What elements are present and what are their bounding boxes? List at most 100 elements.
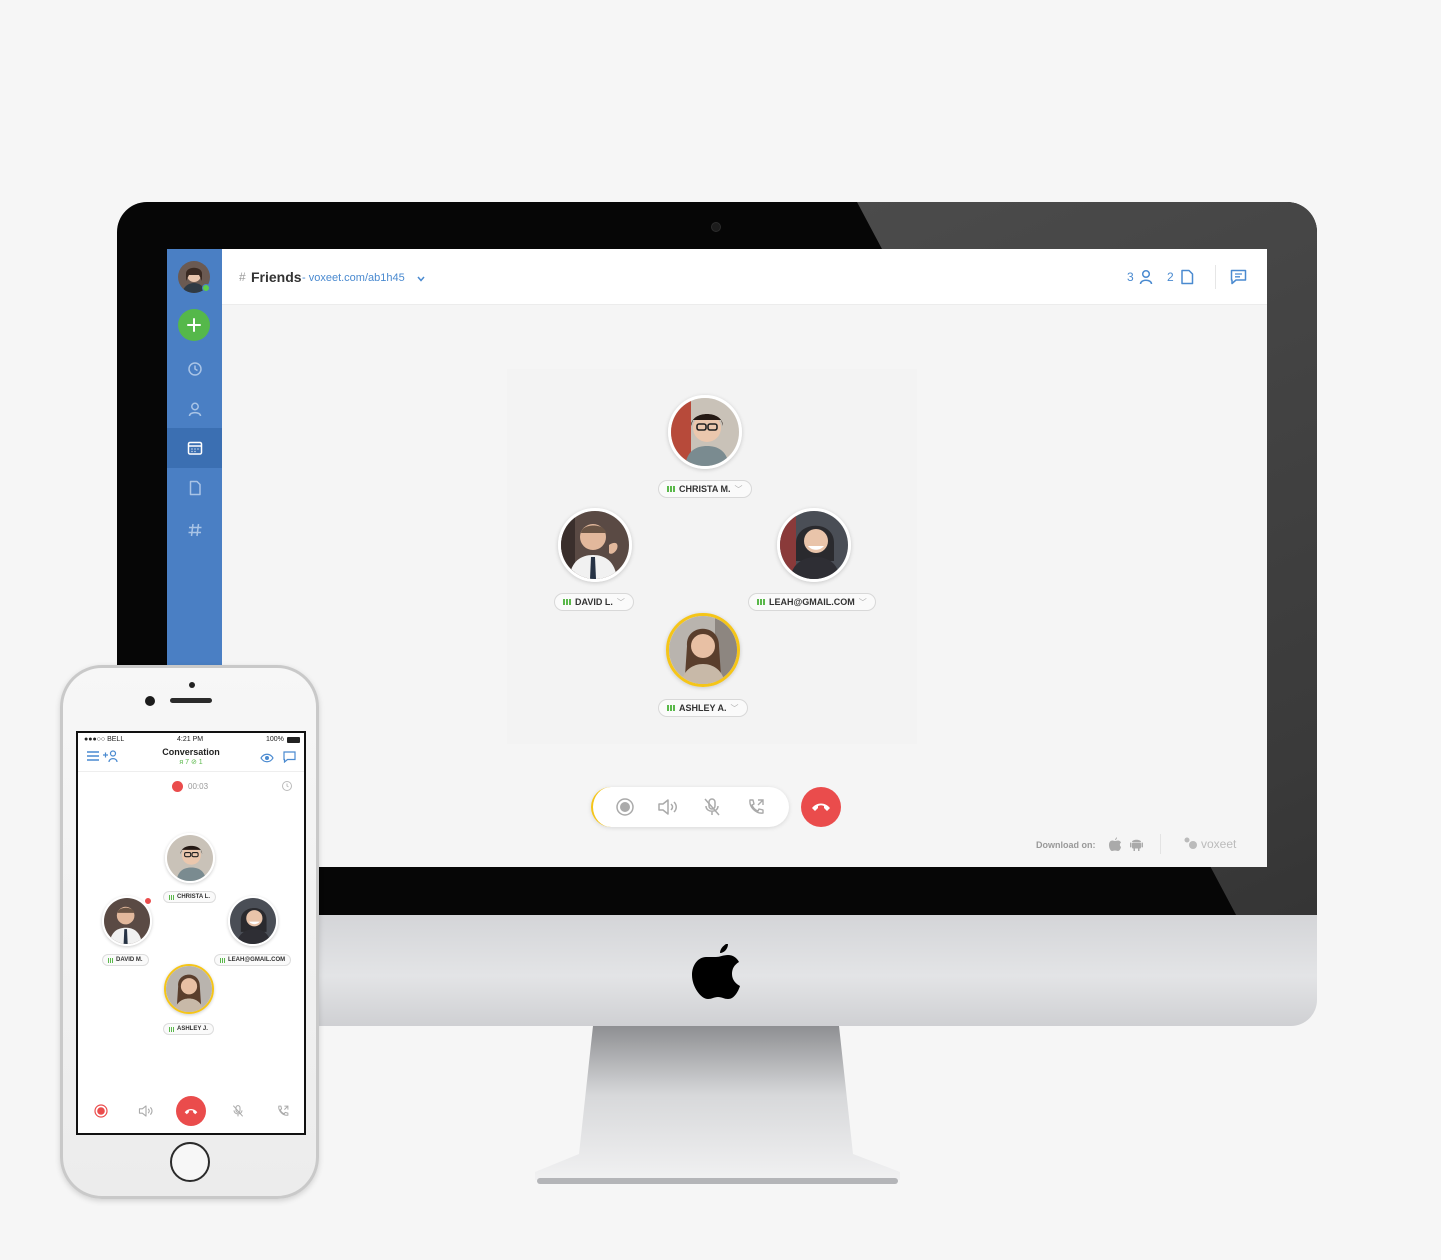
phone-avatar-ashley[interactable]	[164, 964, 214, 1014]
chevron-down-icon: ﹀	[734, 484, 743, 494]
phone-tag-christa[interactable]: CHRISTA L.	[163, 891, 216, 903]
status-battery-text: 100%	[266, 736, 284, 743]
signal-icon	[757, 599, 765, 605]
hangup-icon	[184, 1108, 198, 1114]
record-icon	[616, 798, 634, 816]
apple-store-icon[interactable]	[1109, 837, 1121, 851]
room-name: Friends	[251, 269, 302, 285]
chevron-down-icon: ﹀	[730, 703, 739, 713]
download-label: Download on:	[1036, 840, 1096, 850]
add-icon[interactable]	[178, 309, 210, 341]
link-mini-icon: ⊘	[190, 759, 197, 766]
signal-icon	[220, 957, 225, 963]
record-icon	[94, 1104, 108, 1118]
participants-mini-icon: ᴙ	[179, 759, 184, 766]
home-button[interactable]	[170, 1142, 210, 1182]
sidebar-item-contacts[interactable]	[167, 389, 222, 429]
mute-button[interactable]	[700, 795, 724, 819]
contacts-icon	[188, 402, 201, 417]
voxeet-logo-icon	[1184, 837, 1197, 849]
imac-stand	[535, 1026, 900, 1186]
recording-icon[interactable]	[172, 781, 183, 792]
battery-icon	[287, 737, 300, 743]
signal-icon	[667, 486, 675, 492]
participant-name: DAVID L.	[575, 597, 613, 607]
phone-transfer-button[interactable]	[275, 1103, 291, 1119]
transfer-button[interactable]	[744, 795, 768, 819]
android-icon[interactable]	[1130, 837, 1143, 851]
phone-hangup-button[interactable]	[176, 1096, 206, 1126]
mute-mic-icon	[232, 1105, 244, 1117]
file-icon	[189, 480, 201, 496]
participant-avatar-ashley[interactable]	[666, 613, 740, 687]
signal-icon	[108, 957, 113, 963]
calendar-icon	[187, 441, 202, 455]
phone-tag-ashley[interactable]: ASHLEY J.	[163, 1023, 214, 1035]
chevron-down-icon: ﹀	[858, 597, 867, 607]
participant-avatar-christa[interactable]	[668, 395, 742, 469]
participant-name: LEAH@GMAIL.COM	[769, 597, 855, 607]
phone-record-button[interactable]	[93, 1103, 109, 1119]
participants-icon[interactable]	[1139, 269, 1153, 285]
phone-speaker-button[interactable]	[138, 1103, 154, 1119]
apple-logo-icon	[690, 940, 742, 1005]
footer-divider	[1160, 834, 1161, 854]
sidebar-item-rooms[interactable]	[167, 510, 222, 550]
transfer-call-icon	[278, 1105, 289, 1116]
participant-count[interactable]: 3	[1127, 270, 1134, 284]
participant-name: ASHLEY J.	[177, 1026, 208, 1032]
eye-icon[interactable]	[260, 753, 274, 763]
participant-tag-ashley[interactable]: ASHLEY A. ﹀	[658, 699, 748, 717]
phone-device: ●●●○○ BELL 4:21 PM 100% Conversation ᴙ 7…	[60, 665, 319, 1199]
participant-avatar-david[interactable]	[558, 508, 632, 582]
participant-name: ASHLEY A.	[679, 703, 727, 713]
chevron-down-icon[interactable]	[417, 276, 425, 282]
participant-tag-leah[interactable]: LEAH@GMAIL.COM ﹀	[748, 593, 876, 611]
record-button[interactable]	[613, 795, 637, 819]
files-icon[interactable]	[1180, 269, 1194, 285]
brand-name: voxeet	[1201, 837, 1237, 851]
speaker-icon	[138, 1105, 153, 1117]
phone-screen: ●●●○○ BELL 4:21 PM 100% Conversation ᴙ 7…	[76, 731, 306, 1135]
phone-tag-david[interactable]: DAVID M.	[102, 954, 149, 966]
camera-icon	[711, 222, 721, 232]
transfer-call-icon	[749, 799, 764, 814]
phone-speaker-grille	[170, 698, 212, 703]
participant-name: CHRISTA M.	[679, 484, 731, 494]
sidebar-item-calendar[interactable]	[167, 428, 222, 468]
speaker-button[interactable]	[656, 795, 680, 819]
signal-icon	[169, 894, 174, 900]
chat-icon[interactable]	[283, 751, 296, 763]
status-carrier: ●●●○○ BELL	[84, 736, 125, 743]
sidebar-item-files[interactable]	[167, 468, 222, 508]
participant-avatar-leah[interactable]	[777, 508, 851, 582]
sidebar-item-recent[interactable]	[167, 349, 222, 389]
participants-count: 7	[185, 759, 189, 766]
phone-avatar-leah[interactable]	[228, 896, 278, 946]
call-timer: 00:03	[188, 782, 209, 791]
chevron-down-icon: ﹀	[616, 597, 625, 607]
speaker-icon	[658, 799, 677, 815]
phone-mute-button[interactable]	[230, 1103, 246, 1119]
participant-name: LEAH@GMAIL.COM	[228, 957, 286, 963]
signal-icon	[169, 1026, 174, 1032]
chat-icon[interactable]	[1230, 269, 1247, 285]
hangup-button[interactable]	[801, 787, 841, 827]
file-count[interactable]: 2	[1167, 270, 1174, 284]
room-hash: #	[239, 270, 246, 284]
online-status-dot	[202, 284, 210, 292]
top-bar: # Friends - voxeet.com/ab1h45 3 2	[222, 249, 1267, 305]
phone-avatar-christa[interactable]	[165, 833, 215, 883]
topbar-divider	[1215, 265, 1216, 289]
room-link[interactable]: - voxeet.com/ab1h45	[302, 272, 405, 284]
participant-tag-christa[interactable]: CHRISTA M. ﹀	[658, 480, 752, 498]
phone-tag-leah[interactable]: LEAH@GMAIL.COM	[214, 954, 292, 966]
call-controls	[591, 787, 789, 827]
participant-name: DAVID M.	[116, 957, 143, 963]
links-count: 1	[198, 759, 203, 766]
clock-icon	[187, 362, 202, 376]
phone-front-camera-icon	[145, 696, 155, 706]
history-icon[interactable]	[281, 780, 293, 792]
phone-camera-icon	[189, 682, 195, 688]
participant-tag-david[interactable]: DAVID L. ﹀	[554, 593, 634, 611]
